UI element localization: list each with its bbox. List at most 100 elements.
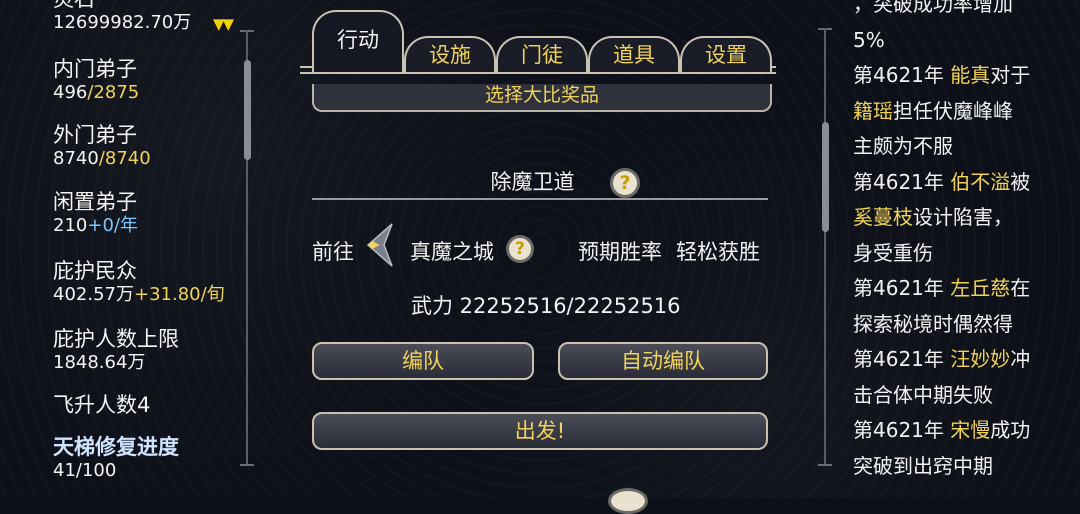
inner-disciples-max: /2875 bbox=[87, 82, 140, 103]
log-line: 第4621年 伯不溢被 bbox=[853, 167, 1030, 198]
outer-disciples-label: 外门弟子 bbox=[53, 123, 137, 147]
log-text: 成功 bbox=[990, 418, 1031, 442]
log-disciple-name[interactable]: 籍瑶 bbox=[853, 99, 893, 123]
log-text: 第4621年 bbox=[853, 418, 951, 442]
log-line: 第4621年 能真对于 bbox=[853, 60, 1030, 91]
log-text: 探索秘境时偶然得 bbox=[853, 311, 1013, 336]
section-help-icon[interactable]: ? bbox=[610, 168, 640, 198]
tab-disciples[interactable]: 门徒 bbox=[496, 36, 588, 72]
tab-action-label: 行动 bbox=[337, 28, 379, 52]
log-line: 主颇为不服 bbox=[853, 131, 953, 162]
log-line: 奚蔓枝设计陷害， bbox=[853, 202, 1013, 233]
tab-items[interactable]: 道具 bbox=[588, 36, 680, 72]
inner-disciples-current: 496 bbox=[53, 82, 88, 103]
log-scroll-thumb[interactable] bbox=[822, 122, 829, 232]
log-text: 第4621年 bbox=[853, 169, 951, 194]
log-disciple-name[interactable]: 能真 bbox=[950, 63, 990, 87]
log-disciple-name[interactable]: 奚蔓枝 bbox=[853, 205, 913, 229]
log-disciple-name[interactable]: 汪妙妙 bbox=[950, 347, 1010, 371]
protect-cap-value: 1848.64万 bbox=[53, 352, 146, 373]
resource-panel: 灵石 12699982.70万 ▼▼ 内门弟子 496/2875 外门弟子 87… bbox=[0, 0, 260, 498]
select-prize-banner[interactable]: 选择大比奖品 bbox=[312, 84, 772, 112]
log-text: 突破到出窍中期 bbox=[853, 453, 993, 478]
tab-settings[interactable]: 设置 bbox=[680, 36, 772, 72]
log-text: 对于 bbox=[990, 63, 1031, 87]
destination-help-icon[interactable]: ? bbox=[506, 235, 534, 263]
section-title-label: 除魔卫道 bbox=[490, 170, 575, 194]
log-line: 探索秘境时偶然得 bbox=[853, 309, 1013, 340]
log-text: 被 bbox=[1010, 169, 1031, 194]
idle-disciples-stat: 闲置弟子 210+0/年 bbox=[53, 189, 138, 237]
log-line: 击合体中期失败 bbox=[853, 380, 993, 411]
log-line: 第4621年 宋慢成功 bbox=[853, 415, 1030, 446]
left-scroll-thumb[interactable] bbox=[244, 60, 251, 160]
ladder-value: 41/100 bbox=[53, 460, 117, 481]
log-text: 冲 bbox=[1010, 347, 1031, 371]
scroll-cap-bottom bbox=[240, 464, 254, 466]
log-disciple-name[interactable]: 左丘慈 bbox=[950, 276, 1010, 300]
ladder-label: 天梯修复进度 bbox=[53, 435, 179, 459]
auto-team-button[interactable]: 自动编队 bbox=[558, 342, 768, 380]
banner-label: 选择大比奖品 bbox=[484, 84, 599, 106]
expand-triangles-icon[interactable]: ▼▼ bbox=[213, 15, 234, 33]
log-scroll-track[interactable] bbox=[824, 28, 826, 464]
protected-people-stat: 庇护民众 402.57万+31.80/旬 bbox=[53, 258, 225, 306]
destination-name[interactable]: 真魔之城 bbox=[410, 236, 494, 266]
protect-cap-stat: 庇护人数上限 1848.64万 bbox=[53, 326, 179, 374]
protect-cap-label: 庇护人数上限 bbox=[53, 327, 179, 351]
log-text: 设计陷害， bbox=[913, 205, 1013, 229]
log-text: 第4621年 bbox=[853, 63, 951, 87]
ascended-stat: 飞升人数4 bbox=[53, 392, 150, 418]
log-text: 身受重伤 bbox=[853, 240, 933, 265]
idle-disciples-rate: +0/年 bbox=[87, 215, 138, 236]
stone-label: 灵石 bbox=[53, 0, 191, 12]
inner-disciples-label: 内门弟子 bbox=[53, 57, 137, 81]
ascended-label: 飞升人数4 bbox=[53, 393, 151, 417]
tab-settings-label: 设置 bbox=[705, 43, 747, 67]
log-text: 主颇为不服 bbox=[853, 134, 953, 158]
action-panel: 行动 设施 门徒 道具 设置 选择大比奖品 除魔卫道 ? 前往 真魔之城 ? 预… bbox=[290, 0, 800, 514]
event-log-panel: ，突破成功率增加 5% 第4621年 能真对于 籍瑶担任伏魔峰峰 主颇为不服 第4621年… bbox=[818, 0, 1080, 498]
inner-disciples-stat: 内门弟子 496/2875 bbox=[53, 56, 139, 104]
protected-people-label: 庇护民众 bbox=[53, 259, 137, 283]
tab-facilities-label: 设施 bbox=[429, 43, 471, 67]
log-text: 5% bbox=[853, 27, 885, 52]
log-line: 突破到出窍中期 bbox=[853, 451, 993, 482]
log-scroll-cap-bottom bbox=[818, 464, 832, 466]
goto-label: 前往 bbox=[312, 240, 354, 264]
win-rate-label: 预期胜率 bbox=[578, 240, 662, 264]
log-line: ，突破成功率增加 bbox=[853, 0, 1013, 20]
idle-disciples-value: 210 bbox=[53, 215, 88, 236]
tab-action[interactable]: 行动 bbox=[312, 10, 404, 72]
depart-button[interactable]: 出发! bbox=[312, 412, 768, 450]
win-rate-value: 轻松获胜 bbox=[676, 240, 760, 264]
log-line: 第4621年 左丘慈在 bbox=[853, 273, 1030, 304]
team-button[interactable]: 编队 bbox=[312, 342, 534, 380]
tab-disciples-label: 门徒 bbox=[521, 43, 563, 67]
travel-arrow-icon[interactable] bbox=[364, 222, 394, 268]
log-disciple-name[interactable]: 宋慢 bbox=[950, 418, 990, 442]
log-text: 击合体中期失败 bbox=[853, 382, 993, 407]
section-divider bbox=[312, 198, 768, 200]
outer-disciples-max: /8740 bbox=[98, 148, 151, 169]
stone-stat: 灵石 12699982.70万 bbox=[53, 0, 191, 34]
log-text: 担任伏魔峰峰 bbox=[893, 98, 1013, 123]
log-text: 第4621年 bbox=[853, 347, 951, 371]
section-title: 除魔卫道 bbox=[290, 166, 775, 196]
log-line: 身受重伤 bbox=[853, 238, 933, 269]
power-readout: 武力 22252516/22252516 bbox=[411, 294, 681, 318]
stone-value: 12699982.70万 bbox=[53, 12, 192, 33]
tab-facilities[interactable]: 设施 bbox=[404, 36, 496, 72]
log-text: 在 bbox=[1010, 276, 1031, 300]
ladder-stat: 天梯修复进度 41/100 bbox=[53, 434, 179, 482]
tab-items-label: 道具 bbox=[613, 43, 655, 67]
partial-help-icon[interactable] bbox=[608, 488, 648, 514]
protected-people-value: 402.57万 bbox=[53, 284, 134, 305]
idle-disciples-label: 闲置弟子 bbox=[53, 190, 137, 214]
log-disciple-name[interactable]: 伯不溢 bbox=[950, 170, 1010, 194]
log-text: ，突破成功率增加 bbox=[853, 0, 1013, 16]
auto-team-button-label: 自动编队 bbox=[621, 349, 705, 373]
log-line: 5% bbox=[853, 25, 885, 56]
log-text: 第4621年 bbox=[853, 276, 951, 300]
team-button-label: 编队 bbox=[402, 349, 444, 373]
